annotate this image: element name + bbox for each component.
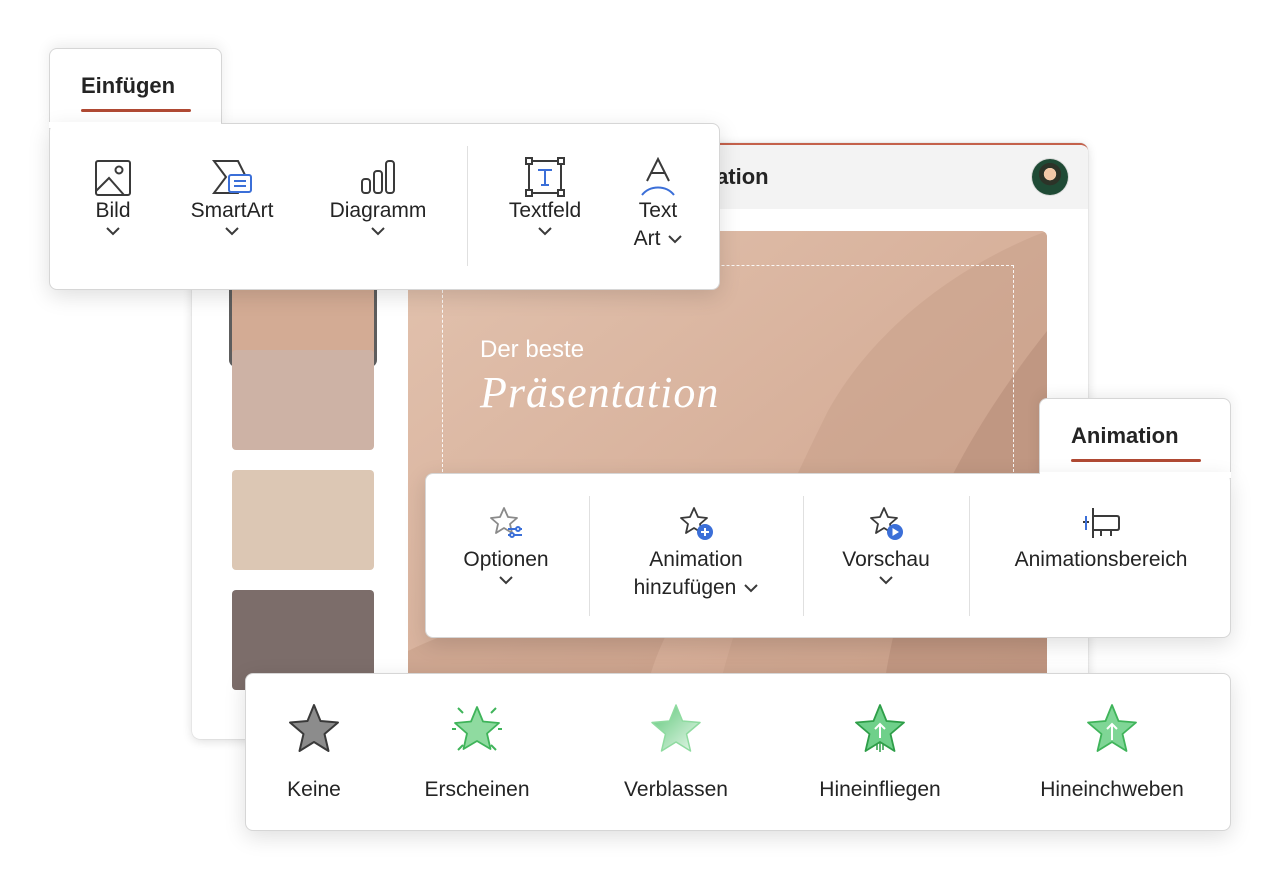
smartart-label: SmartArt <box>190 199 274 222</box>
ribbon-separator <box>467 146 468 266</box>
star-fly-in-icon <box>855 704 905 752</box>
smartart-button[interactable]: SmartArt <box>176 149 288 236</box>
chevron-down-icon <box>538 227 552 236</box>
slide-thumbnail-2[interactable] <box>232 350 374 450</box>
animation-pane-icon <box>1083 508 1120 538</box>
effect-float-in[interactable]: Hineinchweben <box>1022 702 1202 802</box>
effect-none[interactable]: Keine <box>264 702 364 802</box>
insert-ribbon: Bild SmartArt Diagramm Textfeld Text Art <box>49 122 720 290</box>
textbox-icon <box>525 157 565 197</box>
textbox-label: Textfeld <box>508 199 582 222</box>
picture-label: Bild <box>95 199 131 222</box>
chart-icon <box>361 160 395 194</box>
slide-subtitle: Der beste <box>480 336 585 363</box>
tab-animation-underline <box>1071 459 1201 462</box>
effect-none-label: Keine <box>287 778 341 801</box>
effect-fly-in-label: Hineinfliegen <box>819 778 941 801</box>
textbox-button[interactable]: Textfeld <box>495 149 595 236</box>
wordart-button[interactable]: Text Art <box>618 149 698 253</box>
ribbon-separator <box>589 496 590 616</box>
add-animation-label-line1: Animation <box>649 548 743 571</box>
chart-button[interactable]: Diagramm <box>318 149 438 236</box>
star-none-icon <box>289 704 339 752</box>
tab-animation-label: Animation <box>1071 423 1179 448</box>
preview-label: Vorschau <box>842 548 930 571</box>
animation-ribbon: Optionen Animation hinzufügen Vorschau A… <box>425 472 1231 638</box>
chart-label: Diagramm <box>329 199 427 222</box>
effects-gallery: Keine Erscheinen Verblassen Hineinfliege… <box>245 673 1231 831</box>
wordart-icon <box>641 157 675 196</box>
tab-animation[interactable]: Animation <box>1039 398 1231 479</box>
star-float-in-icon <box>1087 704 1137 752</box>
effect-appear[interactable]: Erscheinen <box>407 702 547 802</box>
effect-fade[interactable]: Verblassen <box>606 702 746 802</box>
chevron-down-icon <box>879 576 893 585</box>
wordart-label-line1: Text <box>638 199 678 222</box>
ribbon-separator <box>803 496 804 616</box>
tab-insert[interactable]: Einfügen <box>49 48 222 129</box>
add-animation-label-line2: hinzufügen <box>633 576 737 599</box>
smartart-icon <box>212 160 252 194</box>
effect-appear-label: Erscheinen <box>424 778 530 801</box>
preview-button[interactable]: Vorschau <box>826 494 946 585</box>
add-animation-button[interactable]: Animation hinzufügen <box>616 494 776 602</box>
chevron-down-icon <box>668 234 683 243</box>
chevron-down-icon <box>499 576 513 585</box>
effect-options-icon <box>490 507 522 538</box>
effect-fade-label: Verblassen <box>624 778 728 801</box>
star-appear-icon <box>452 706 502 751</box>
chevron-down-icon <box>225 227 239 236</box>
chevron-down-icon <box>744 583 759 592</box>
tab-insert-underline <box>81 109 191 112</box>
wordart-label-line2: Art <box>633 227 661 250</box>
user-avatar[interactable] <box>1032 159 1068 195</box>
effect-options-label: Optionen <box>463 548 549 571</box>
slide-thumbnail-3[interactable] <box>232 470 374 570</box>
animation-pane-label: Animationsbereich <box>1014 548 1188 571</box>
effect-float-in-label: Hineinchweben <box>1040 778 1184 801</box>
preview-icon <box>870 507 903 540</box>
animation-pane-button[interactable]: Animationsbereich <box>996 494 1206 574</box>
picture-icon <box>95 160 131 196</box>
picture-button[interactable]: Bild <box>83 149 143 236</box>
add-animation-icon <box>680 507 713 540</box>
chevron-down-icon <box>371 227 385 236</box>
ribbon-separator <box>969 496 970 616</box>
slide-title: Präsentation <box>480 368 720 417</box>
tab-insert-label: Einfügen <box>81 73 176 98</box>
effect-fly-in[interactable]: Hineinfliegen <box>800 702 960 802</box>
star-fade-icon <box>651 704 701 752</box>
chevron-down-icon <box>106 227 120 236</box>
effect-options-button[interactable]: Optionen <box>446 494 566 585</box>
